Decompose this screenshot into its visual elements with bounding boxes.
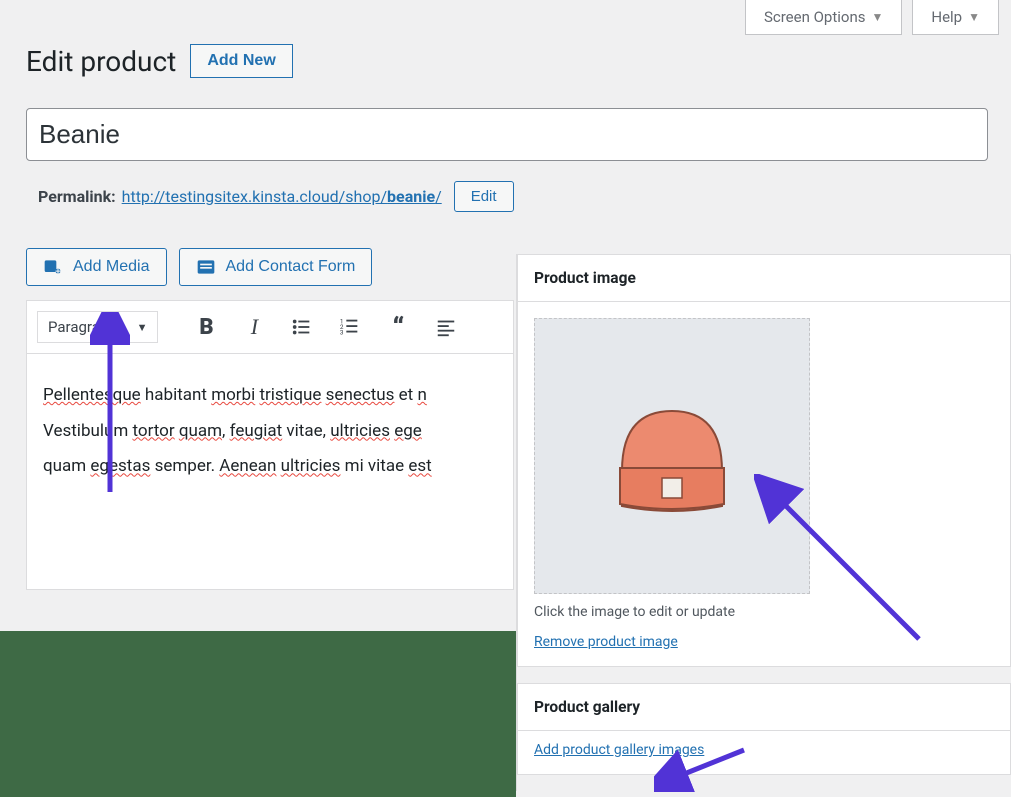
bullet-list-button[interactable] [282, 307, 322, 347]
screen-options-tab[interactable]: Screen Options ▼ [745, 0, 902, 35]
align-left-button[interactable] [426, 307, 466, 347]
permalink-edit-button[interactable]: Edit [454, 181, 514, 212]
add-new-button[interactable]: Add New [190, 44, 292, 78]
add-media-label: Add Media [73, 258, 150, 276]
form-icon [196, 257, 216, 277]
caret-down-icon: ▼ [968, 10, 980, 24]
product-gallery-title: Product gallery [518, 684, 1010, 731]
product-image-caption: Click the image to edit or update [534, 604, 994, 620]
product-image-metabox: Product image Click the image to edit or… [517, 254, 1011, 667]
permalink-url[interactable]: http://testingsitex.kinsta.cloud/shop/be… [122, 187, 442, 206]
remove-product-image-link[interactable]: Remove product image [534, 634, 678, 650]
add-media-button[interactable]: Add Media [26, 248, 167, 286]
bold-button[interactable]: B [186, 307, 226, 347]
product-title-input[interactable] [26, 108, 988, 161]
help-label: Help [931, 8, 962, 26]
product-gallery-metabox: Product gallery Add product gallery imag… [517, 683, 1011, 775]
editor-toolbar: Paragraph ▼ B I 123 “ [26, 300, 514, 354]
blockquote-button[interactable]: “ [378, 307, 418, 347]
bullet-list-icon [291, 316, 313, 338]
product-image-title: Product image [518, 255, 1010, 302]
caret-down-icon: ▼ [871, 10, 883, 24]
decorative-green-block [0, 631, 516, 797]
page-title: Edit product [26, 45, 176, 78]
editor-content-area[interactable]: Pellentesque habitant morbi tristique se… [26, 354, 514, 590]
beanie-illustration [592, 376, 752, 536]
help-tab[interactable]: Help ▼ [912, 0, 999, 35]
svg-text:3: 3 [340, 328, 344, 336]
screen-options-label: Screen Options [764, 8, 866, 26]
format-dropdown[interactable]: Paragraph ▼ [37, 311, 158, 343]
product-image-thumbnail[interactable] [534, 318, 810, 594]
italic-button[interactable]: I [234, 307, 274, 347]
add-gallery-images-link[interactable]: Add product gallery images [534, 742, 704, 758]
add-contact-form-label: Add Contact Form [226, 258, 356, 276]
align-left-icon [435, 316, 457, 338]
add-contact-form-button[interactable]: Add Contact Form [179, 248, 373, 286]
caret-down-icon: ▼ [137, 321, 148, 334]
media-icon [43, 257, 63, 277]
permalink-label: Permalink: [38, 187, 116, 206]
ordered-list-button[interactable]: 123 [330, 307, 370, 347]
ordered-list-icon: 123 [339, 316, 361, 338]
